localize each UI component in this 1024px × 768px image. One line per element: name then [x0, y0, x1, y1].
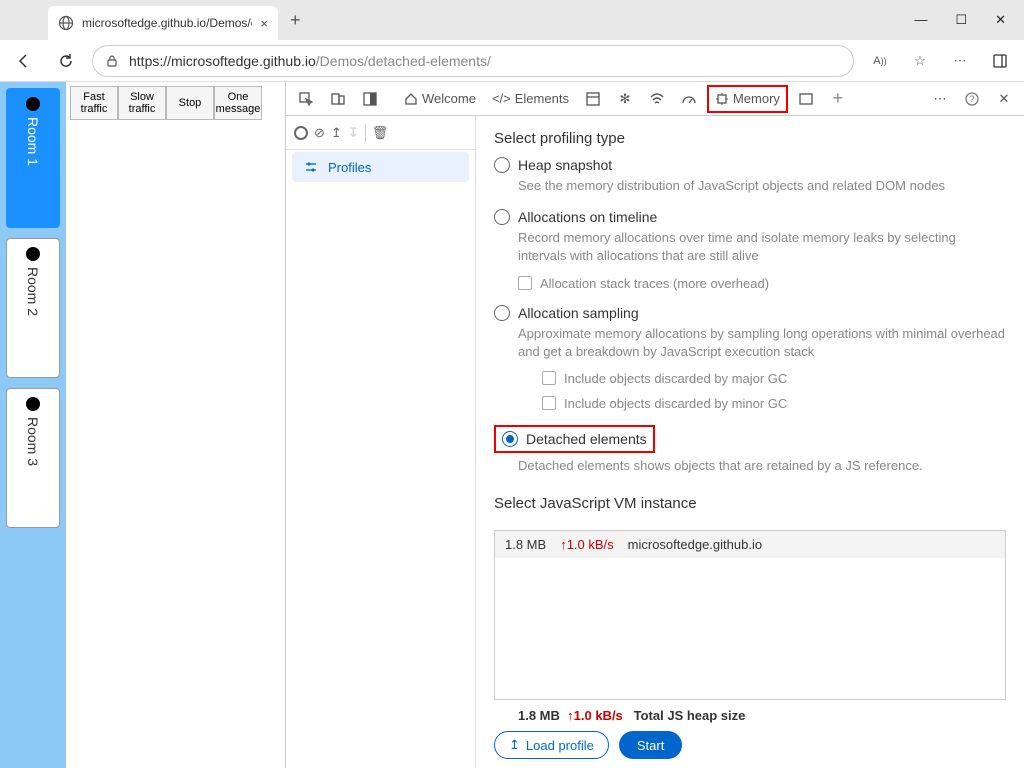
code-icon: </>	[492, 91, 511, 106]
vm-title: Select JavaScript VM instance	[494, 495, 1006, 512]
stop-button[interactable]: Stop	[166, 86, 214, 120]
down-icon[interactable]: ↧	[348, 125, 359, 141]
vm-row[interactable]: 1.8 MB ↑1.0 kB/s microsoftedge.github.io	[495, 531, 1005, 558]
upload-icon: ↥	[509, 737, 520, 753]
tab-close-icon[interactable]: ×	[260, 16, 268, 31]
perf-icon[interactable]	[675, 85, 703, 113]
checkbox[interactable]	[518, 276, 532, 290]
option-detached-elements[interactable]: Detached elements Detached elements show…	[494, 425, 1006, 475]
refresh-button[interactable]	[50, 45, 82, 77]
checkbox[interactable]	[542, 371, 556, 385]
inspect-icon[interactable]	[292, 85, 320, 113]
tab-title: microsoftedge.github.io/Demos/c	[82, 16, 252, 30]
dot-icon	[26, 247, 40, 261]
slow-traffic-button[interactable]: Slow traffic	[118, 86, 166, 120]
start-button[interactable]: Start	[619, 731, 682, 759]
radio-icon[interactable]	[502, 431, 518, 447]
bug-icon[interactable]: ✻	[611, 85, 639, 113]
home-icon	[404, 92, 418, 106]
option-allocations-timeline[interactable]: Allocations on timeline Record memory al…	[494, 209, 1006, 290]
back-button[interactable]	[8, 45, 40, 77]
sidebar-icon[interactable]	[984, 45, 1016, 77]
svg-text:?: ?	[969, 94, 974, 104]
device-icon[interactable]	[324, 85, 352, 113]
close-window-icon[interactable]: ✕	[995, 12, 1006, 28]
room-2[interactable]: Room 2	[6, 238, 60, 378]
lock-icon	[105, 54, 119, 68]
chip-icon	[715, 92, 729, 106]
up-icon[interactable]: ↥	[331, 125, 342, 141]
record-icon[interactable]	[294, 126, 308, 140]
globe-icon	[58, 15, 74, 31]
read-aloud-icon[interactable]: A))	[864, 45, 896, 77]
dot-icon	[26, 397, 40, 411]
trash-icon[interactable]: 🗑	[372, 125, 389, 141]
devtools-more-icon[interactable]: ⋯	[926, 85, 954, 113]
heap-stats: 1.8 MB ↑1.0 kB/s Total JS heap size	[494, 708, 1006, 723]
network-icon[interactable]	[643, 85, 671, 113]
sliders-icon	[304, 160, 318, 174]
option-heap-snapshot[interactable]: Heap snapshot See the memory distributio…	[494, 157, 1006, 195]
fast-traffic-button[interactable]: Fast traffic	[70, 86, 118, 120]
maximize-icon[interactable]: ☐	[955, 12, 967, 28]
add-tab-icon[interactable]: +	[824, 85, 852, 113]
profiling-title: Select profiling type	[494, 130, 1006, 147]
address-bar[interactable]: https://microsoftedge.github.io/Demos/de…	[92, 45, 854, 77]
more-icon[interactable]: ⋯	[944, 45, 976, 77]
radio-icon[interactable]	[494, 209, 510, 225]
dock-icon[interactable]	[356, 85, 384, 113]
profiles-item[interactable]: Profiles	[292, 152, 469, 182]
minimize-icon[interactable]: —	[914, 12, 927, 28]
panel-icon[interactable]	[792, 85, 820, 113]
help-icon[interactable]: ?	[958, 85, 986, 113]
option-allocation-sampling[interactable]: Allocation sampling Approximate memory a…	[494, 305, 1006, 411]
devtools-close-icon[interactable]: ✕	[990, 85, 1018, 113]
room-1[interactable]: Room 1	[6, 88, 60, 228]
load-profile-button[interactable]: ↥Load profile	[494, 731, 609, 759]
tab-elements[interactable]: </>Elements	[486, 85, 575, 113]
dot-icon	[26, 97, 40, 111]
one-message-button[interactable]: One message	[214, 86, 262, 120]
clear-icon[interactable]: ⊘	[314, 125, 325, 141]
vm-instance-list[interactable]: 1.8 MB ↑1.0 kB/s microsoftedge.github.io	[494, 530, 1006, 700]
favorite-icon[interactable]: ☆	[904, 45, 936, 77]
browser-tab[interactable]: microsoftedge.github.io/Demos/c ×	[48, 6, 278, 40]
room-3[interactable]: Room 3	[6, 388, 60, 528]
radio-icon[interactable]	[494, 157, 510, 173]
tab-welcome[interactable]: Welcome	[398, 85, 482, 113]
new-tab-button[interactable]: +	[286, 6, 305, 35]
app-icon[interactable]	[579, 85, 607, 113]
checkbox[interactable]	[542, 396, 556, 410]
tab-memory[interactable]: Memory	[707, 85, 788, 113]
url-text: https://microsoftedge.github.io/Demos/de…	[129, 53, 491, 69]
radio-icon[interactable]	[494, 305, 510, 321]
